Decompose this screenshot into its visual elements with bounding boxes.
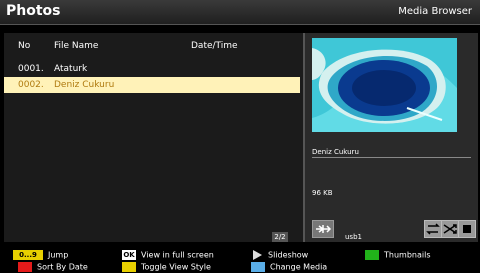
legend-toggle-view: Toggle View Style (122, 262, 211, 272)
list-item-name: Deniz Cukuru (54, 80, 115, 90)
blue-key-icon (251, 262, 265, 272)
legend-sort: Sort By Date (18, 262, 88, 272)
bottom-legend: 0...9 Jump OK View in full screen Slidesho… (0, 248, 480, 273)
list-item-no: 0002. (18, 80, 44, 90)
legend-slideshow-label: Slideshow (268, 250, 309, 260)
legend-view-full: OK View in full screen (122, 250, 214, 260)
legend-change-media: Change Media (251, 262, 327, 272)
page-indicator: 2/2 (272, 232, 288, 242)
app-subtitle: Media Browser (398, 6, 472, 17)
shuffle-icon[interactable] (441, 220, 459, 238)
list-item[interactable]: 0001. Ataturk (4, 61, 300, 77)
divider (312, 157, 471, 158)
file-list: No File Name Date/Time 0001. Ataturk 000… (4, 33, 300, 242)
legend-jump-label: Jump (48, 250, 69, 260)
green-key-icon (365, 250, 379, 260)
list-item-no: 0001. (18, 64, 44, 74)
page-title: Photos (6, 3, 61, 19)
repeat-icon[interactable] (424, 220, 442, 238)
ok-key-icon: OK (122, 250, 136, 260)
preview-panel: Deniz Cukuru 96 KB usb1 (303, 33, 478, 242)
legend-slideshow: Slideshow (251, 250, 308, 260)
column-header-no: No (18, 41, 31, 51)
column-header-date-time: Date/Time (191, 41, 238, 51)
stop-icon[interactable] (458, 220, 476, 238)
media-browser-panel: No File Name Date/Time 0001. Ataturk 000… (4, 33, 478, 242)
photo-thumbnail (312, 38, 457, 132)
legend-change-media-label: Change Media (270, 262, 328, 272)
legend-jump: 0...9 Jump (13, 250, 68, 260)
preview-file-name: Deniz Cukuru (312, 148, 359, 156)
legend-view-full-label: View in full screen (141, 250, 214, 260)
usb-source-label: usb1 (345, 233, 362, 241)
legend-thumbnails-label: Thumbnails (384, 250, 431, 260)
yellow-key-icon (122, 262, 136, 272)
legend-sort-label: Sort By Date (37, 262, 88, 272)
title-bar: Photos Media Browser (0, 0, 480, 25)
preview-file-size: 96 KB (312, 189, 333, 197)
number-keys-icon: 0...9 (13, 250, 43, 260)
legend-thumbnails: Thumbnails (365, 250, 430, 260)
play-icon (251, 250, 263, 260)
list-item-name: Ataturk (54, 64, 88, 74)
list-item-selected[interactable]: 0002. Deniz Cukuru (4, 77, 300, 93)
legend-toggle-view-label: Toggle View Style (141, 262, 211, 272)
usb-icon[interactable] (312, 220, 334, 238)
column-header-file-name: File Name (54, 41, 99, 51)
red-key-icon (18, 262, 32, 272)
